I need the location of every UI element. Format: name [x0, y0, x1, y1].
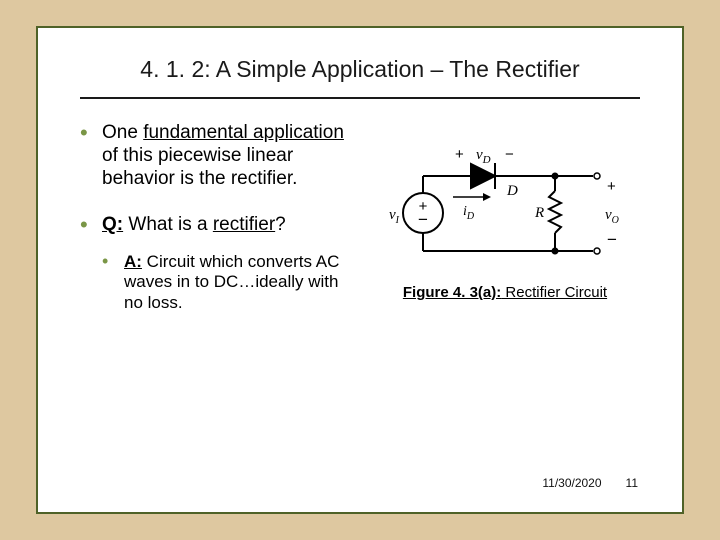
label-vI-sub: I — [395, 215, 400, 226]
bullet-1: One fundamental application of this piec… — [80, 121, 358, 191]
label-iD-sub: D — [466, 211, 475, 222]
sub-a: A: — [124, 252, 142, 271]
svg-text:−: − — [418, 210, 428, 229]
label-vD-sub: D — [482, 154, 491, 166]
sub-bullet-1: A: Circuit which converts AC waves in to… — [102, 252, 358, 314]
bullet-list: One fundamental application of this piec… — [80, 121, 358, 314]
label-D: D — [506, 183, 518, 199]
label-vO-sub: O — [612, 215, 619, 226]
label-vD-minus: − — [505, 146, 514, 163]
footer-date: 11/30/2020 — [542, 476, 601, 490]
b1-pre: One — [102, 122, 143, 143]
figure-wrap: + − + vD − iD D R vI — [375, 141, 635, 301]
slide-frame: 4. 1. 2: A Simple Application – The Rect… — [36, 26, 684, 514]
footer: 11/30/2020 11 — [542, 476, 638, 490]
label-vO-minus: − — [607, 230, 617, 249]
sub-body: Circuit which converts AC waves in to DC… — [124, 252, 339, 312]
b2-q: Q: — [102, 214, 123, 235]
slide-title: 4. 1. 2: A Simple Application – The Rect… — [80, 56, 640, 97]
b2-mid: What is a — [123, 214, 213, 235]
right-column: + − + vD − iD D R vI — [370, 121, 640, 336]
label-vO-plus: + — [607, 178, 616, 195]
figcap-rest: Rectifier Circuit — [501, 284, 607, 301]
label-R: R — [534, 205, 544, 221]
b2-end: ? — [275, 214, 286, 235]
bullet-2: Q: What is a rectifier? A: Circuit which… — [80, 213, 358, 314]
svg-text:vI: vI — [389, 207, 400, 226]
svg-text:vO: vO — [605, 207, 619, 226]
title-underline — [80, 97, 640, 99]
svg-text:iD: iD — [463, 204, 475, 222]
circuit-diagram-icon: + − + vD − iD D R vI — [375, 141, 635, 276]
b2-rect: rectifier — [213, 214, 275, 235]
svg-text:vD: vD — [476, 147, 491, 166]
content-row: One fundamental application of this piec… — [80, 121, 640, 336]
figure-caption: Figure 4. 3(a): Rectifier Circuit — [375, 284, 635, 301]
sub-bullet-list: A: Circuit which converts AC waves in to… — [102, 252, 358, 314]
b1-underline: fundamental application — [143, 122, 344, 143]
label-vD-plus: + — [455, 146, 464, 163]
b1-post: of this piecewise linear behavior is the… — [102, 145, 297, 189]
figcap-bold: Figure 4. 3(a): — [403, 284, 501, 301]
footer-page: 11 — [626, 476, 638, 490]
left-column: One fundamental application of this piec… — [80, 121, 358, 336]
